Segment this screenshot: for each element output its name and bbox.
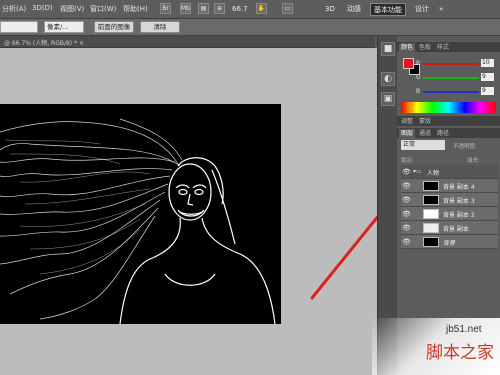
adjustments-panel-icon[interactable]: ◐ — [381, 72, 395, 86]
tab-color[interactable]: 颜色 — [399, 43, 416, 52]
layer-thumbnail — [423, 209, 439, 219]
eye-icon[interactable]: 👁 — [402, 210, 411, 218]
fill-label: 填充: — [467, 158, 480, 164]
value-g[interactable]: 9 — [481, 73, 494, 81]
tab-adjustments[interactable]: 调整 — [399, 117, 415, 126]
front-image-button[interactable]: 前面的图像 — [94, 21, 134, 33]
layer-row[interactable]: 👁 背景 副本 — [401, 221, 498, 235]
screen-mode-icon[interactable]: ▭ — [282, 3, 293, 14]
layer-row[interactable]: 👁 背景 副本 2 — [401, 207, 498, 221]
eye-icon[interactable]: 👁 — [402, 182, 411, 190]
menu-analysis[interactable]: 分析(A) — [2, 4, 26, 14]
slider-track-r[interactable] — [423, 63, 479, 65]
width-field[interactable] — [0, 21, 38, 33]
options-bar: 像素/... 前面的图像 清除 — [0, 19, 500, 36]
workspace-motion[interactable]: 动感 — [344, 3, 364, 16]
bridge-button[interactable]: Br — [160, 3, 171, 14]
glowing-edges-portrait — [0, 118, 276, 324]
workspace-more[interactable]: » — [436, 3, 446, 16]
menu-bar: 分析(A) 3D(D) 视图(V) 窗口(W) 帮助(H) Br Mb ▤ ⊕ … — [0, 0, 500, 19]
eye-icon[interactable]: 👁 — [402, 196, 411, 204]
unit-select[interactable]: 像素/... — [44, 21, 84, 33]
workspace-design[interactable]: 设计 — [412, 3, 432, 16]
layer-row[interactable]: 👁 背景 副本 4 — [401, 179, 498, 193]
layer-group-person[interactable]: 👁 ▾▭ 人物 — [401, 165, 498, 179]
color-panel-icon[interactable]: ■ — [381, 42, 395, 56]
document-tab[interactable]: @ 66.7% (人物, RGB/8) * × — [0, 36, 375, 48]
value-b[interactable]: 9 — [481, 87, 494, 95]
slider-b[interactable]: B 9 — [416, 87, 495, 96]
hand-tool-icon[interactable]: ✋ — [256, 3, 267, 14]
lock-label: 锁定: — [401, 158, 414, 164]
mini-bridge-button[interactable]: Mb — [180, 3, 191, 14]
guides-icon[interactable]: ▤ — [198, 3, 209, 14]
slider-r[interactable]: R 10 — [416, 59, 495, 68]
layer-row[interactable]: 👁 背景 — [401, 235, 498, 249]
eye-icon[interactable]: 👁 — [402, 224, 411, 232]
foreground-color-swatch[interactable] — [403, 58, 414, 69]
slider-g[interactable]: G 9 — [416, 73, 495, 82]
color-panel-tabs: 颜色 色板 样式 — [397, 42, 500, 52]
tab-swatches[interactable]: 色板 — [417, 43, 433, 52]
value-r[interactable]: 10 — [481, 59, 494, 67]
watermark: jb51.net 脚本之家 — [372, 318, 500, 375]
menu-help[interactable]: 帮助(H) — [123, 4, 148, 14]
layer-thumbnail — [423, 195, 439, 205]
opacity-label: 不透明度: — [453, 144, 477, 150]
layer-row[interactable]: 👁 背景 副本 3 — [401, 193, 498, 207]
menu-3d[interactable]: 3D(D) — [32, 4, 53, 12]
blend-mode-select[interactable]: 正常 — [401, 140, 445, 150]
layer-thumbnail — [423, 237, 439, 247]
folder-icon: ▾▭ — [413, 168, 422, 175]
layer-thumbnail — [423, 181, 439, 191]
canvas-image[interactable] — [0, 104, 281, 324]
menu-view[interactable]: 视图(V) — [60, 4, 84, 14]
layer-thumbnail — [423, 223, 439, 233]
watermark-name: 脚本之家 — [426, 343, 494, 363]
zoom-icon[interactable]: ⊕ — [214, 3, 225, 14]
layers-panel-tabs: 图层 通道 路径 — [397, 128, 500, 138]
eye-icon[interactable]: 👁 — [402, 168, 411, 176]
tab-styles[interactable]: 样式 — [435, 43, 451, 52]
tab-masks[interactable]: 蒙版 — [417, 117, 433, 126]
masks-panel-icon[interactable]: ▣ — [381, 92, 395, 106]
slider-track-b[interactable] — [423, 91, 479, 93]
eye-icon[interactable]: 👁 — [402, 238, 411, 246]
tab-channels[interactable]: 通道 — [417, 129, 433, 138]
tab-paths[interactable]: 路径 — [435, 129, 451, 138]
adjust-panel-tabs: 调整 蒙版 — [397, 116, 500, 126]
clear-button[interactable]: 清除 — [140, 21, 180, 33]
document-title: @ 66.7% (人物, RGB/8) * × — [4, 40, 84, 47]
tab-layers[interactable]: 图层 — [399, 129, 416, 138]
workspace-3d[interactable]: 3D — [322, 3, 338, 16]
zoom-level[interactable]: 66.7 — [232, 5, 248, 13]
color-spectrum[interactable] — [401, 102, 496, 113]
slider-track-g[interactable] — [423, 77, 479, 79]
watermark-url: jb51.net — [446, 324, 482, 335]
menu-window[interactable]: 窗口(W) — [90, 4, 116, 14]
workspace-essentials[interactable]: 基本功能 — [370, 3, 406, 16]
